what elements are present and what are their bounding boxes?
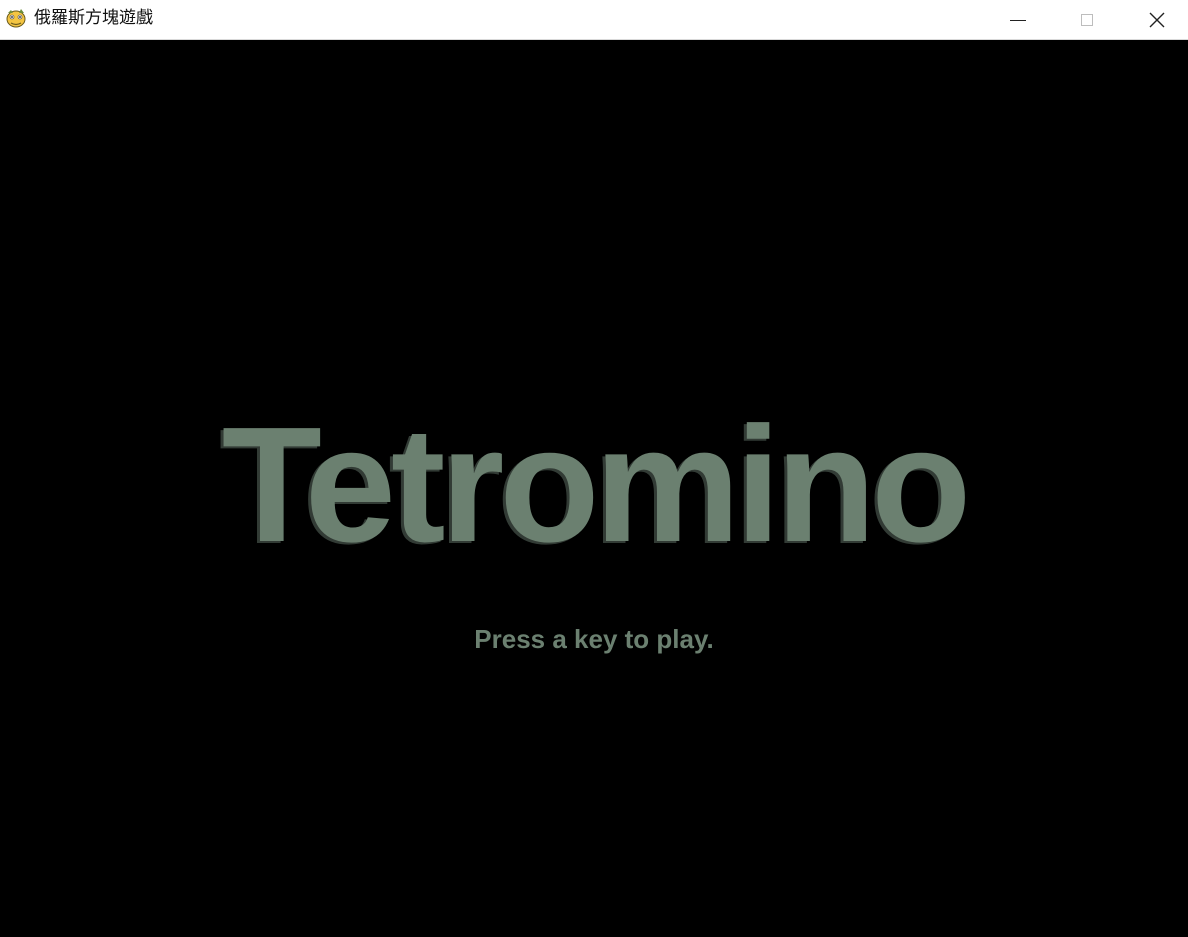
game-window: 俄羅斯方塊遊戲 Tetromino Tetromino Press a key … — [0, 0, 1188, 937]
maximize-icon — [1081, 14, 1093, 26]
game-canvas[interactable]: Tetromino Tetromino Press a key to play. — [0, 41, 1188, 937]
game-title: Tetromino — [221, 393, 972, 576]
maximize-button[interactable] — [1064, 0, 1110, 40]
minimize-button[interactable] — [995, 0, 1041, 40]
press-key-prompt: Press a key to play. — [474, 624, 714, 654]
window-titlebar[interactable]: 俄羅斯方塊遊戲 — [0, 0, 1188, 40]
pygame-snake-icon — [5, 7, 27, 29]
close-icon — [1149, 12, 1165, 28]
minimize-icon — [1010, 19, 1026, 21]
close-button[interactable] — [1134, 0, 1180, 40]
window-title: 俄羅斯方塊遊戲 — [34, 8, 153, 28]
